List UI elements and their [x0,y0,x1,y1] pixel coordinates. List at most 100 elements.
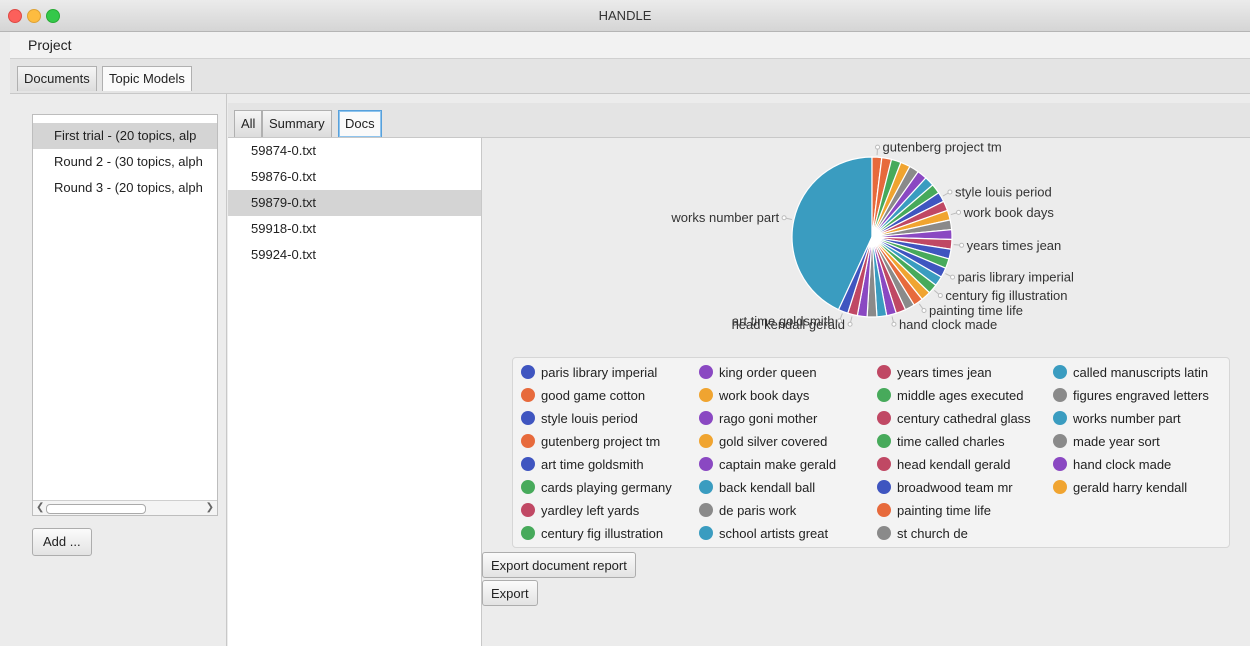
window-title: HANDLE [598,8,652,23]
legend-item: style louis period [521,409,638,429]
legend-label-years-times-jean: years times jean [897,365,992,380]
tab-all[interactable]: All [234,110,263,137]
legend-swatch [699,411,713,426]
list-item[interactable]: 59879-0.txt [228,190,481,216]
tab-topic-models[interactable]: Topic Models [102,66,192,91]
model-item-round-3[interactable]: Round 3 - (20 topics, alph [33,175,217,201]
legend-item: st church de [877,524,968,544]
export-button[interactable]: Export [482,580,538,606]
legend-label-made-year-sort: made year sort [1073,434,1160,449]
legend-item: years times jean [877,363,992,383]
legend-swatch [877,411,891,426]
legend-item: made year sort [1053,432,1160,452]
scroll-left-icon[interactable]: ❮ [36,502,44,513]
legend-label-middle-ages-executed: middle ages executed [897,388,1024,403]
title-bar: HANDLE [0,0,1250,32]
list-item[interactable]: 59918-0.txt [228,216,481,242]
legend-item: gold silver covered [699,432,827,452]
legend-label-hand-clock-made: hand clock made [1073,457,1172,472]
scrollbar-thumb[interactable] [46,504,146,514]
legend-swatch [521,411,535,426]
model-item-round-2[interactable]: Round 2 - (30 topics, alph [33,149,217,175]
legend-label-yardley-left-yards: yardley left yards [541,503,640,518]
legend-label-century-fig-illustration: century fig illustration [541,526,664,541]
legend-item: school artists great [699,524,828,544]
legend-swatch [877,388,891,403]
legend-swatch [1053,434,1067,449]
tab-summary[interactable]: Summary [262,110,332,137]
legend-label-back-kendall-ball: back kendall ball [719,480,816,495]
legend-item: king order queen [699,363,817,383]
legend-swatch [1053,365,1067,380]
legend-label-head-kendall-gerald: head kendall gerald [897,457,1011,472]
legend-swatch [699,388,713,403]
pie-label-art-time-goldsmith: art time goldsmith [732,313,835,328]
legend-swatch [1053,480,1067,495]
list-item[interactable]: 59874-0.txt [228,138,481,164]
legend-label-time-called-charles: time called charles [897,434,1005,449]
legend-item: called manuscripts latin [1053,363,1208,383]
legend-label-century-cathedral-glass: century cathedral glass [897,411,1031,426]
pie-label-years-times-jean: years times jean [967,238,1062,253]
legend-label-called-manuscripts-latin: called manuscripts latin [1073,365,1209,380]
list-item[interactable]: 59924-0.txt [228,242,481,268]
list-item[interactable]: 59876-0.txt [228,164,481,190]
legend-item: century fig illustration [521,524,663,544]
legend-item: head kendall gerald [877,455,1010,475]
tab-documents[interactable]: Documents [17,66,97,91]
label-marker [956,209,962,215]
label-marker [875,144,881,150]
legend-swatch [877,434,891,449]
label-marker [959,242,965,248]
legend-swatch [521,365,535,380]
label-marker [921,307,927,313]
legend-swatch [521,480,535,495]
label-marker [937,293,943,299]
legend-label-captain-make-gerald: captain make gerald [719,457,837,472]
menu-bar: Project [10,32,1250,59]
pie-label-gutenberg-project-tm: gutenberg project tm [883,140,1002,155]
legend-swatch [877,503,891,518]
chart-legend: paris library imperial good game cotton st… [512,357,1230,548]
pie-label-painting-time-life: painting time life [929,303,1023,318]
export-document-report-button[interactable]: Export document report [482,552,636,578]
legend-label-art-time-goldsmith: art time goldsmith [541,457,644,472]
legend-swatch [699,434,713,449]
legend-label-gold-silver-covered: gold silver covered [719,434,828,449]
legend-item: broadwood team mr [877,478,1013,498]
model-list[interactable]: First trial - (20 topics, alp Round 2 - … [32,114,218,516]
legend-swatch [699,365,713,380]
legend-item: cards playing germany [521,478,672,498]
legend-swatch [1053,457,1067,472]
label-marker [947,189,953,195]
legend-swatch [877,480,891,495]
add-model-button[interactable]: Add ... [32,528,92,556]
menu-project[interactable]: Project [28,37,72,53]
legend-label-st-church-de: st church de [897,526,968,541]
tab-docs[interactable]: Docs [338,110,382,137]
legend-label-work-book-days: work book days [719,388,810,403]
label-marker [836,318,842,324]
horizontal-scrollbar[interactable]: ❮ ❯ [33,500,217,515]
legend-item: works number part [1053,409,1181,429]
label-marker [950,274,956,280]
legend-item: middle ages executed [877,386,1023,406]
legend-swatch [521,434,535,449]
legend-label-style-louis-period: style louis period [541,411,638,426]
legend-swatch [521,457,535,472]
document-list[interactable]: 59874-0.txt 59876-0.txt 59879-0.txt 5991… [228,138,482,646]
pie-label-works-number-part: works number part [670,210,779,225]
legend-item: yardley left yards [521,501,639,521]
model-item-first-trial[interactable]: First trial - (20 topics, alp [33,123,217,149]
legend-swatch [699,526,713,541]
sub-tab-bar: All Summary Docs [228,103,1250,138]
legend-label-cards-playing-germany: cards playing germany [541,480,672,495]
legend-item: painting time life [877,501,991,521]
pie-label-hand-clock-made: hand clock made [899,317,997,332]
scroll-right-icon[interactable]: ❯ [206,502,214,513]
legend-label-king-order-queen: king order queen [719,365,817,380]
legend-swatch [877,526,891,541]
legend-item: rago goni mother [699,409,817,429]
legend-label-painting-time-life: painting time life [897,503,991,518]
pie-label-century-fig-illustration: century fig illustration [945,288,1067,303]
